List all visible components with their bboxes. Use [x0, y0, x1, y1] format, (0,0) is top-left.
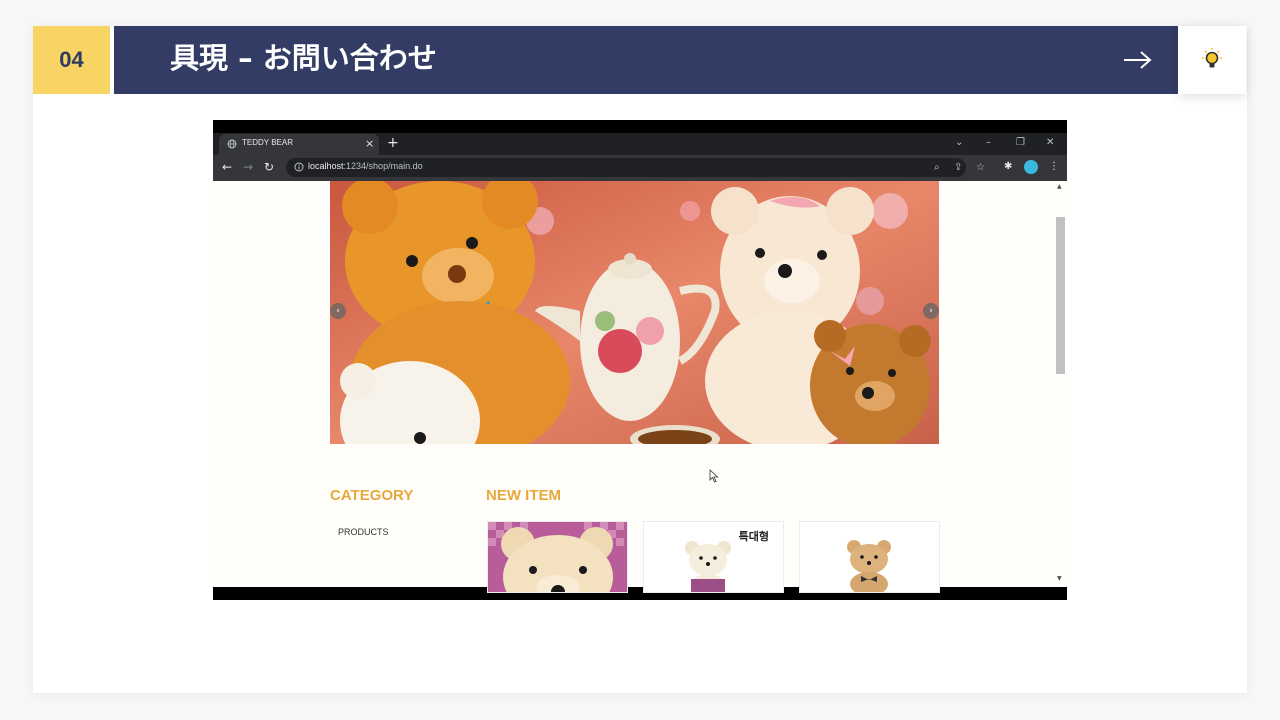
menu-icon[interactable]: ⋮ [1049, 160, 1059, 174]
profile-icon[interactable] [1024, 160, 1038, 174]
product-badge: 특대형 [738, 530, 769, 543]
reload-icon[interactable]: ↻ [264, 160, 274, 174]
category-item-products[interactable]: PRODUCTS [338, 527, 389, 537]
product-image [800, 522, 939, 592]
globe-icon [227, 139, 237, 149]
url-path: :1234/shop/main.do [343, 161, 423, 171]
star-icon[interactable]: ☆ [976, 161, 985, 174]
section-number: 04 [33, 26, 110, 94]
lightbulb-icon [1202, 48, 1222, 68]
category-heading: CATEGORY [330, 487, 414, 504]
url-host: localhost [308, 161, 344, 171]
product-card[interactable] [487, 521, 628, 593]
browser-toolbar: ← → ↻ localhost:1234/shop/main.do ⌕ ⇪ ☆ … [213, 155, 1067, 181]
share-icon[interactable]: ⇪ [954, 161, 962, 174]
scroll-up-icon[interactable]: ▲ [1057, 183, 1062, 190]
title-bar: 具現 – お問い合わせ [114, 26, 1178, 94]
shop-page: ‹ › CATEGORY NEW ITEM PRODUCTS 특대형 ▲ ▼ [213, 181, 1067, 593]
tab-teddy-bear[interactable]: TEDDY BEAR × [219, 134, 379, 155]
restore-icon[interactable]: ❐ [1016, 136, 1025, 150]
slide-title: 具現 – お問い合わせ [170, 41, 437, 75]
back-icon[interactable]: ← [222, 160, 232, 174]
url-text: localhost:1234/shop/main.do [308, 161, 423, 171]
close-window-icon[interactable]: ✕ [1046, 136, 1054, 150]
mouse-cursor-icon [709, 469, 719, 483]
scroll-down-icon[interactable]: ▼ [1057, 575, 1062, 582]
browser-screenshot: TEDDY BEAR × + ⌄ – ❐ ✕ ← → ↻ localhost:1… [213, 120, 1067, 600]
site-info-icon[interactable] [294, 162, 304, 172]
tab-search-icon[interactable]: ⌄ [955, 136, 963, 150]
new-tab-button[interactable]: + [387, 134, 399, 152]
product-card[interactable] [799, 521, 940, 593]
product-card[interactable]: 특대형 [643, 521, 784, 593]
page-scrollbar[interactable]: ▲ ▼ [1053, 181, 1067, 587]
right-arrow-icon[interactable] [1122, 48, 1154, 72]
tab-strip: TEDDY BEAR × + ⌄ – ❐ ✕ [213, 133, 1067, 155]
lightbulb-button[interactable] [1178, 26, 1246, 94]
zoom-icon[interactable]: ⌕ [934, 161, 940, 174]
forward-icon[interactable]: → [243, 160, 253, 174]
teddy-bears-photo [330, 181, 939, 444]
carousel-prev-button[interactable]: ‹ [330, 303, 346, 319]
new-item-heading: NEW ITEM [486, 487, 561, 504]
minimize-icon[interactable]: – [986, 136, 991, 150]
close-tab-icon[interactable]: × [365, 136, 374, 152]
carousel-next-button[interactable]: › [923, 303, 939, 319]
extensions-icon[interactable]: ✱ [1004, 160, 1012, 174]
scrollbar-thumb[interactable] [1056, 217, 1065, 374]
product-image [488, 522, 627, 592]
tab-title: TEDDY BEAR [242, 138, 293, 147]
hero-carousel: ‹ › [330, 181, 939, 444]
address-bar[interactable]: localhost:1234/shop/main.do ⌕ ⇪ ☆ [286, 158, 985, 177]
